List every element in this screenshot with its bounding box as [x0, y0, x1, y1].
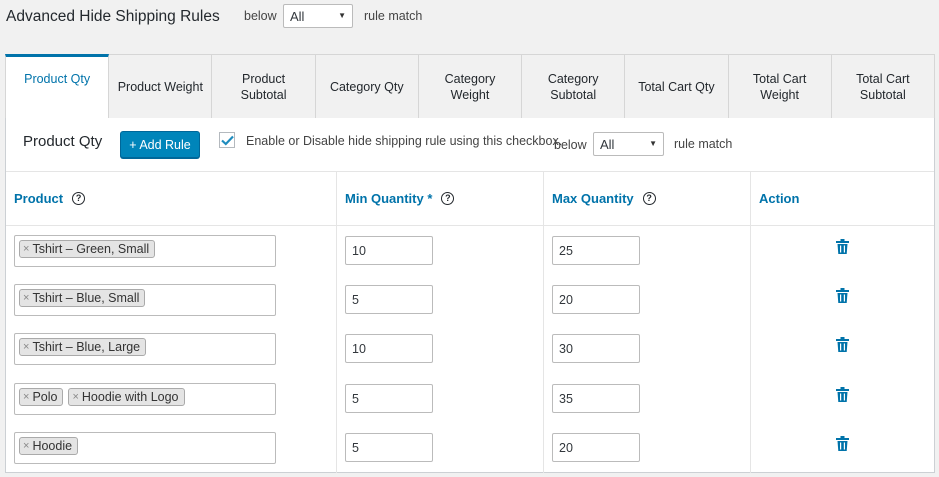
product-select[interactable]: × Tshirt – Blue, Small	[14, 284, 276, 317]
product-tag-label: Polo	[32, 389, 58, 404]
panel-header: Product Qty + Add Rule Enable or Disable…	[6, 118, 934, 172]
max-quantity-input[interactable]: 30	[552, 334, 640, 364]
product-select[interactable]: × Tshirt – Blue, Large	[14, 333, 276, 366]
trash-icon[interactable]	[836, 386, 850, 403]
max-quantity-column-header: Max Quantity ?	[552, 191, 656, 206]
trash-icon[interactable]	[836, 239, 850, 255]
rule-type-tabs: Product Qty Product Weight Product Subtota…	[5, 54, 935, 119]
help-icon[interactable]: ?	[441, 192, 455, 205]
min-quantity-input[interactable]: 5	[345, 383, 433, 413]
chevron-down-icon: ▼	[338, 11, 346, 20]
panel-rule-match-label: rule match	[674, 137, 733, 151]
tab-total-cart-qty[interactable]: Total Cart Qty	[625, 54, 729, 118]
panel-rule-match-select[interactable]: All ▼	[593, 132, 664, 156]
help-icon[interactable]: ?	[72, 192, 86, 205]
panel-below-label: below	[554, 138, 587, 152]
top-bar: Advanced Hide Shipping Rules below All ▼…	[0, 0, 939, 40]
remove-tag-icon[interactable]: ×	[72, 391, 78, 403]
panel-title: Product Qty	[23, 133, 103, 150]
product-tag-label: Tshirt – Blue, Large	[32, 340, 141, 355]
tab-product-qty[interactable]: Product Qty	[5, 54, 110, 119]
max-quantity-input[interactable]: 25	[552, 236, 640, 265]
help-icon[interactable]: ?	[642, 192, 656, 205]
max-quantity-input[interactable]: 20	[552, 285, 640, 315]
product-tag: × Tshirt – Blue, Small	[19, 289, 146, 308]
trash-icon[interactable]	[836, 288, 850, 304]
tab-total-cart-subtotal[interactable]: Total Cart Subtotal	[831, 54, 935, 118]
product-tag-label: Tshirt – Blue, Small	[32, 291, 140, 306]
rule-match-label: rule match	[364, 9, 423, 23]
enable-rule-text: Enable or Disable hide shipping rule usi…	[246, 134, 563, 148]
tab-category-weight[interactable]: Category Weight	[418, 54, 523, 118]
product-tag: × Hoodie with Logo	[68, 387, 185, 406]
min-quantity-input[interactable]: 5	[345, 285, 433, 315]
checkmark-icon	[220, 135, 234, 146]
tab-category-qty[interactable]: Category Qty	[315, 54, 419, 118]
min-quantity-column-header: Min Quantity * ?	[345, 191, 455, 206]
action-header-label: Action	[759, 191, 800, 206]
product-tag: × Tshirt – Green, Small	[19, 240, 156, 258]
below-label: below	[244, 9, 277, 23]
product-tag: × Tshirt – Blue, Large	[19, 338, 147, 357]
trash-icon[interactable]	[836, 435, 850, 452]
tab-category-subtotal[interactable]: Category Subtotal	[522, 54, 626, 118]
rule-match-select-value: All	[290, 9, 305, 24]
remove-tag-icon[interactable]: ×	[23, 391, 29, 403]
enable-rule-checkbox[interactable]	[219, 132, 235, 148]
trash-icon[interactable]	[836, 337, 850, 353]
remove-tag-icon[interactable]: ×	[23, 341, 29, 353]
remove-tag-icon[interactable]: ×	[23, 292, 29, 304]
min-quantity-header-label: Min Quantity *	[345, 191, 433, 206]
panel-rule-match-select-value: All	[600, 137, 615, 152]
table-row: × Hoodie 5 20	[6, 423, 934, 472]
table-row: × Tshirt – Green, Small 10 25	[6, 226, 934, 275]
table-row: × Tshirt – Blue, Small 5 20	[6, 275, 934, 324]
table-row: × Tshirt – Blue, Large 10 30	[6, 324, 934, 373]
product-select[interactable]: × Tshirt – Green, Small	[14, 235, 276, 267]
max-quantity-header-label: Max Quantity	[552, 191, 634, 206]
product-select[interactable]: × Polo × Hoodie with Logo	[14, 382, 276, 415]
max-quantity-input[interactable]: 20	[552, 432, 640, 462]
product-tag-label: Hoodie with Logo	[81, 389, 179, 404]
rule-match-select[interactable]: All ▼	[283, 4, 353, 28]
product-select[interactable]: × Hoodie	[14, 431, 276, 464]
action-column-header: Action	[759, 191, 799, 206]
page-title: Advanced Hide Shipping Rules	[6, 8, 220, 25]
product-header-label: Product	[14, 191, 64, 206]
remove-tag-icon[interactable]: ×	[23, 440, 29, 452]
chevron-down-icon: ▼	[649, 139, 657, 148]
max-quantity-input[interactable]: 35	[552, 383, 640, 413]
remove-tag-icon[interactable]: ×	[23, 243, 29, 255]
tab-product-weight[interactable]: Product Weight	[109, 54, 213, 118]
product-tag: × Polo	[19, 387, 64, 406]
tab-product-subtotal[interactable]: Product Subtotal	[212, 54, 316, 118]
product-tag: × Hoodie	[19, 436, 79, 455]
min-quantity-input[interactable]: 5	[345, 432, 433, 462]
product-column-header: Product ?	[14, 191, 86, 206]
add-rule-button[interactable]: + Add Rule	[120, 131, 200, 158]
min-quantity-input[interactable]: 10	[345, 236, 433, 265]
min-quantity-input[interactable]: 10	[345, 334, 433, 364]
table-header: Product ? Min Quantity * ? Max Quantity …	[6, 172, 934, 226]
product-tag-label: Tshirt – Green, Small	[32, 242, 150, 256]
product-tag-label: Hoodie	[32, 438, 73, 453]
rules-panel: Product Qty + Add Rule Enable or Disable…	[5, 118, 935, 473]
tab-total-cart-weight[interactable]: Total Cart Weight	[728, 54, 832, 118]
table-row: × Polo × Hoodie with Logo 5 35	[6, 374, 934, 423]
